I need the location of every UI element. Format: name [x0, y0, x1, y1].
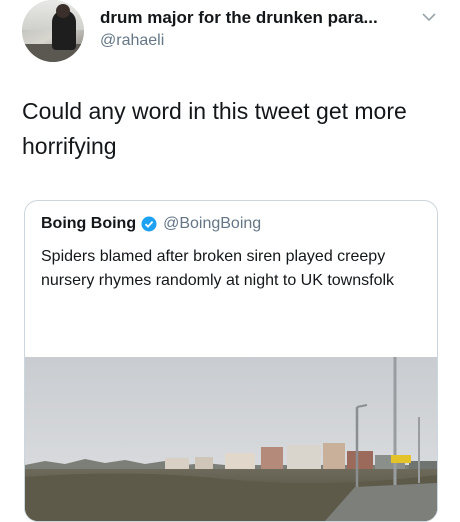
author-handle[interactable]: @rahaeli — [100, 32, 164, 50]
quoted-tweet-image[interactable] — [25, 357, 437, 521]
quoted-tweet-header: Boing Boing @BoingBoing — [41, 215, 261, 233]
author-display-name[interactable]: drum major for the drunken para... — [100, 8, 378, 28]
tweet-text: Could any word in this tweet get more ho… — [22, 98, 407, 159]
quoted-author-handle[interactable]: @BoingBoing — [163, 215, 261, 233]
quoted-tweet-text: Spiders blamed after broken siren played… — [41, 248, 395, 289]
avatar[interactable] — [22, 0, 84, 62]
quoted-tweet-card[interactable]: Boing Boing @BoingBoing Spiders blamed a… — [24, 200, 438, 522]
chevron-down-icon[interactable] — [420, 10, 438, 24]
verified-badge-icon — [141, 216, 157, 232]
quoted-author-name[interactable]: Boing Boing — [41, 215, 136, 233]
tweet: drum major for the drunken para... @raha… — [0, 0, 460, 522]
